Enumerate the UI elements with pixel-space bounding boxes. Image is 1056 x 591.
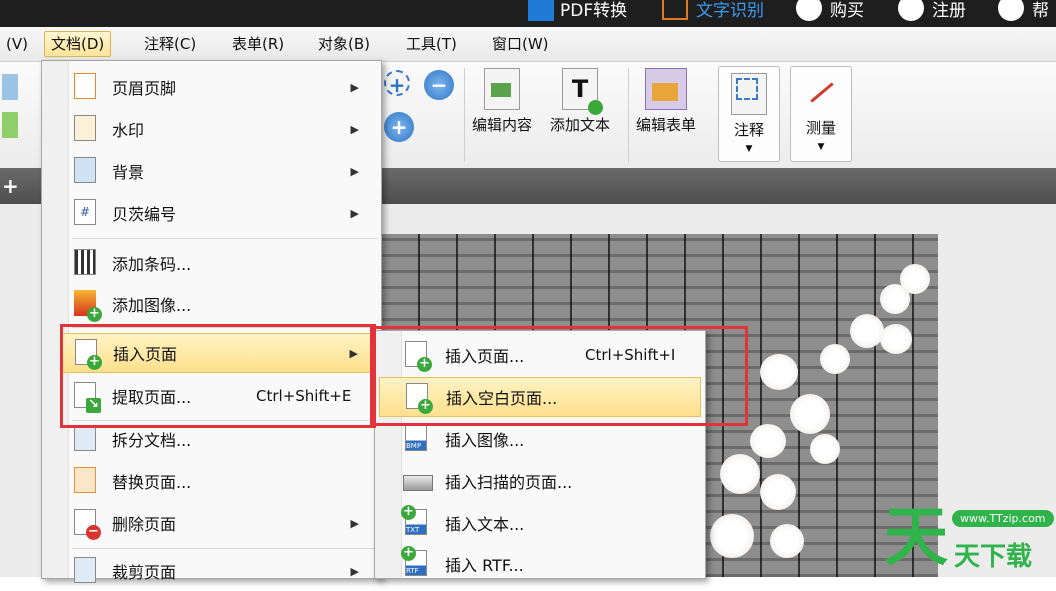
- menu-item-add-barcode[interactable]: 添加条码...: [42, 243, 381, 283]
- background-bucket-icon: [74, 157, 102, 185]
- delete-page-icon: −: [74, 509, 102, 540]
- submenu-arrow-icon: ▶: [350, 206, 359, 220]
- menu-forms[interactable]: 表单(R): [226, 31, 290, 57]
- split-document-icon: [74, 425, 102, 453]
- site-watermark: 天 www.TTzip.com 天下载: [880, 496, 1056, 577]
- blossom: [850, 314, 884, 348]
- zoom-in-marquee-icon[interactable]: +: [384, 70, 410, 97]
- blossom: [760, 474, 796, 510]
- buy-button[interactable]: 购买: [796, 0, 864, 21]
- scanner-icon: [403, 467, 433, 495]
- menu-item-watermark[interactable]: 水印 ▶: [42, 109, 381, 149]
- rtf-file-icon: RTF +: [401, 546, 433, 578]
- blossom: [720, 454, 760, 494]
- menu-annotate[interactable]: 注释(C): [138, 31, 202, 57]
- submenu-arrow-icon: ▶: [350, 516, 359, 530]
- zoom-out-icon[interactable]: −: [424, 70, 454, 100]
- blossom: [810, 434, 840, 464]
- crop-page-icon: [74, 557, 102, 585]
- blossom: [900, 264, 930, 294]
- menu-item-delete-pages[interactable]: − 删除页面 ▶: [42, 503, 381, 543]
- add-text-button[interactable]: T 添加文本: [550, 68, 610, 135]
- menu-item-crop-pages[interactable]: 裁剪页面 ▶: [42, 551, 381, 591]
- submenu-arrow-icon: ▶: [350, 164, 359, 178]
- blossom: [880, 324, 912, 354]
- help-icon: [998, 0, 1024, 21]
- header-footer-icon: [74, 73, 102, 101]
- bates-number-icon: #: [74, 199, 102, 227]
- buy-icon: [796, 0, 822, 21]
- new-tab-plus-icon[interactable]: +: [2, 174, 19, 198]
- pdf-convert-icon: [528, 0, 554, 21]
- txt-file-icon: TXT +: [401, 505, 433, 537]
- menu-item-bates-numbering[interactable]: # 贝茨编号 ▶: [42, 193, 381, 233]
- chevron-down-icon: ▼: [745, 144, 753, 154]
- annotate-button[interactable]: 注释 ▼: [718, 66, 780, 162]
- menu-item-replace-pages[interactable]: 替换页面...: [42, 461, 381, 501]
- user-key-icon: [898, 0, 924, 21]
- register-button[interactable]: 注册: [898, 0, 966, 21]
- watermark-brand: 天下载: [954, 542, 1033, 572]
- replace-pages-icon: [74, 467, 102, 495]
- menu-object[interactable]: 对象(B): [312, 31, 376, 57]
- measure-button[interactable]: 测量 ▼: [790, 66, 852, 162]
- toolbar-separator: [464, 68, 465, 162]
- annotation-highlight-box: [370, 326, 748, 426]
- txt-tag: TXT: [406, 526, 420, 534]
- menu-window[interactable]: 窗口(W): [486, 31, 555, 57]
- submenu-item-insert-rtf[interactable]: RTF + 插入 RTF...: [375, 544, 705, 584]
- blossom: [750, 424, 786, 458]
- document-menu: 页眉页脚 ▶ 水印 ▶ 背景 ▶ # 贝茨编号 ▶ 添加条码... + 添加图像…: [41, 60, 382, 583]
- chevron-down-icon: ▼: [817, 142, 825, 152]
- menu-separator: [72, 238, 377, 239]
- watermark-icon: [74, 115, 102, 143]
- submenu-arrow-icon: ▶: [350, 122, 359, 136]
- add-text-icon: T: [562, 68, 603, 115]
- annotate-icon: [731, 73, 767, 115]
- measure-icon: [804, 73, 838, 113]
- edit-form-icon: [645, 68, 687, 110]
- blossom: [760, 354, 798, 390]
- blossom: [770, 524, 804, 558]
- submenu-item-insert-scanned-pages[interactable]: 插入扫描的页面...: [375, 461, 705, 501]
- blossom: [710, 514, 754, 558]
- submenu-arrow-icon: ▶: [350, 564, 359, 578]
- blossom: [820, 344, 850, 374]
- menu-item-add-image[interactable]: + 添加图像...: [42, 284, 381, 324]
- edit-form-button[interactable]: 编辑表单: [636, 68, 696, 135]
- edit-content-button[interactable]: 编辑内容: [472, 68, 532, 135]
- qr-code-icon: [74, 249, 102, 277]
- menu-view[interactable]: (V): [0, 31, 34, 57]
- annotation-highlight-box: [60, 324, 376, 428]
- add-image-icon: +: [74, 290, 102, 322]
- edit-content-icon: [484, 68, 520, 110]
- ocr-button[interactable]: 文字识别: [662, 0, 764, 21]
- menu-item-background[interactable]: 背景 ▶: [42, 151, 381, 191]
- menu-document[interactable]: 文档(D): [44, 31, 112, 57]
- sky-logo-icon: 天: [884, 501, 948, 575]
- zoom-in-icon[interactable]: +: [384, 112, 414, 142]
- pdf-convert-button[interactable]: PDF转换: [528, 0, 627, 21]
- menu-tools[interactable]: 工具(T): [400, 31, 463, 57]
- menu-bar: (V) 文档(D) 注释(C) 表单(R) 对象(B) 工具(T) 窗口(W): [0, 27, 1056, 62]
- title-bar: PDF转换 文字识别 购买 注册 帮: [0, 0, 1056, 27]
- blossom: [790, 394, 830, 434]
- eye-icon: [662, 0, 688, 20]
- watermark-url: www.TTzip.com: [952, 510, 1054, 527]
- page-icon[interactable]: [2, 74, 18, 100]
- forward-arrow-icon[interactable]: [2, 112, 18, 138]
- bmp-tag: BMP: [406, 442, 422, 450]
- menu-separator: [72, 548, 377, 549]
- bates-hash-tag: #: [74, 199, 96, 225]
- submenu-item-insert-text[interactable]: TXT + 插入文本...: [375, 503, 705, 543]
- rtf-tag: RTF: [406, 567, 419, 575]
- bmp-image-icon: BMP: [405, 425, 433, 453]
- submenu-arrow-icon: ▶: [350, 80, 359, 94]
- help-button[interactable]: 帮: [998, 0, 1049, 21]
- menu-item-header-footer[interactable]: 页眉页脚 ▶: [42, 67, 381, 107]
- toolbar-separator: [628, 68, 629, 162]
